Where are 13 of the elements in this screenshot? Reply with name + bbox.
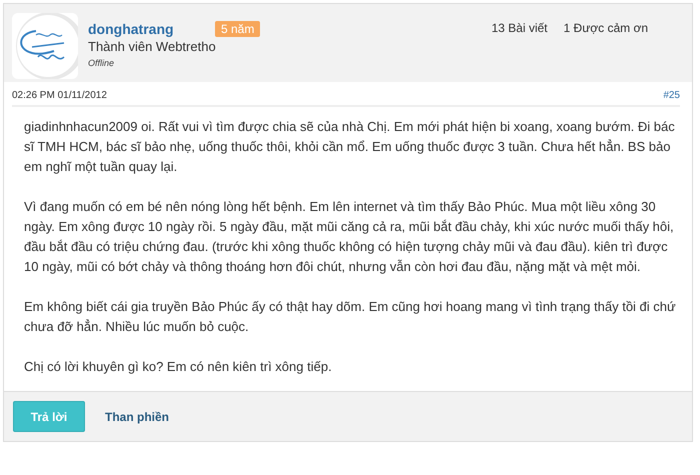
member-rank: Thành viên Webtretho [88, 39, 217, 54]
user-stat: 13 Bài viết [491, 21, 548, 37]
post-number-link[interactable]: #25 [663, 90, 680, 101]
post-paragraph: Em không biết cái gia truyền Bảo Phúc ấy có thật hay dõm. Em cũng hơi hoang mang vì tình trạng thấy tồi đi chứ chưa đỡ hẳn. Nhiều lúc muốn bỏ cuộc. [24, 298, 677, 336]
membership-badge: 5 năm [215, 21, 260, 37]
post-paragraph: giadinhnhacun2009 oi. Rất vui vì tìm được chia sẽ của nhà Chị. Em mới phát hiện bi xoang, xoang bướm. Đi bác sĩ TMH HCM, bác sĩ bảo nhẹ, uống thuốc thôi, khỏi cần mổ. Em uống thuốc được 3 tuần. Chưa hết hẳn. BS bảo em nghĩ một tuần quay lại. [24, 118, 676, 176]
username-link[interactable]: donghatrang [88, 21, 215, 37]
user-stat: 1 Được cảm ơn [564, 21, 648, 37]
post-paragraph: Chị có lời khuyên gì ko? Em có nên kiên trì xông tiếp. [24, 358, 333, 376]
report-link[interactable]: Than phiền [105, 410, 169, 424]
post-date: 02:26 PM 01/11/2012 [12, 90, 107, 101]
post-paragraph: Vì đang muốn có em bé nên nóng lòng hết bệnh. Em lên internet và tìm thấy Bảo Phúc. Mua một liều xông 30 ngày. Em xông được 10 ngày rồi. 5 ngày đầu, mặt mũi căng cả ra, mũi bắt đầu chảy, khi xúc nước muối thấy hôi, đầu bắt đầu có triệu chứng đau. (trước khi xông thuốc không có hiện tượng chảy mũi và đau đầu). kiên trì được 10 ngày, mũi có bớt chảy và thông thoáng hơn đôi chút, nhưng vẫn còn hơi đau đầu, nặng mặt và mệt mỏi. [24, 198, 675, 276]
online-status: Offline [88, 58, 116, 68]
